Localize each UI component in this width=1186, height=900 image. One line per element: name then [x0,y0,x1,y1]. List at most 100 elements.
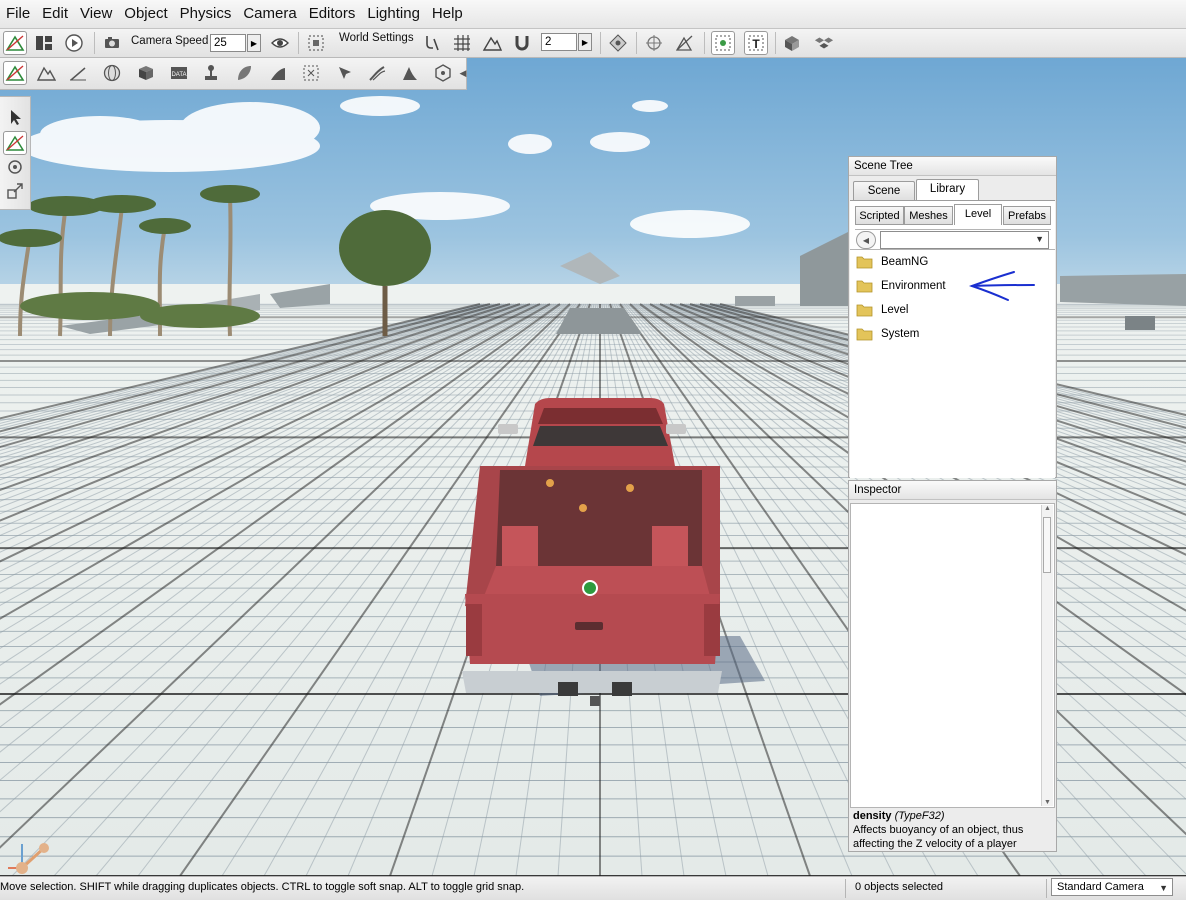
menu-help[interactable]: Help [426,0,469,28]
menu-camera[interactable]: Camera [237,0,302,28]
drop-at-button[interactable] [780,31,804,55]
tab-library[interactable]: Library [916,179,979,201]
scene-tree-panel: Scene Tree Scene Library Scripted Meshes… [848,156,1057,478]
bounds-center-button[interactable] [642,31,666,55]
pointer-tool-icon [339,67,351,79]
terrain-icon [482,36,502,51]
menu-file[interactable]: File [0,0,36,28]
toolbar-collapse-button[interactable]: ◀ [458,61,468,85]
datablock-editor-tool[interactable]: DATA [167,61,191,85]
forest-editor-tool[interactable] [232,61,256,85]
subtab-prefabs[interactable]: Prefabs [1003,206,1051,225]
world-transform-button[interactable] [672,31,696,55]
navmesh-tool[interactable] [431,61,455,85]
terrain-snap-button[interactable] [480,31,504,55]
magnet-icon [515,36,529,51]
camera-speed-label: Camera Speed [131,35,209,47]
folder-label: BeamNG [881,256,929,268]
crosshair-icon [646,35,662,51]
snap-size-input[interactable] [541,33,577,51]
menu-object[interactable]: Object [118,0,173,28]
rotate-gizmo-icon [8,160,22,174]
back-button[interactable]: ◀ [856,231,876,249]
material-editor-tool[interactable] [100,61,124,85]
play-game-button[interactable] [62,31,86,55]
scale-tool[interactable] [3,179,27,203]
river-editor-tool[interactable] [333,61,357,85]
snap-size-stepper[interactable]: ▶ [578,33,592,51]
camera-icon [105,37,119,48]
arrow-cursor-icon [11,110,21,125]
camera-speed-stepper[interactable]: ▶ [247,34,261,52]
camera-mode-select[interactable]: Standard Camera ▼ [1051,878,1173,896]
subtab-scripted[interactable]: Scripted [855,206,904,225]
magnet-snap-button[interactable] [510,31,534,55]
fit-view-button[interactable] [304,31,328,55]
inspector-scrollbar[interactable]: ▲ ▼ [1041,505,1053,806]
move-tool[interactable] [3,131,27,155]
brush-icon [70,67,86,81]
pickup-truck[interactable] [440,396,780,706]
folder-icon [856,256,873,269]
terrain-editor-tool[interactable] [34,61,58,85]
snap-terrain-button[interactable] [420,31,444,55]
camera-button[interactable] [100,31,124,55]
mesh-road-tool[interactable] [266,61,290,85]
layout-icon [36,36,52,50]
field-name: density [853,810,892,822]
folder-icon [856,328,873,341]
ramp-icon [271,68,285,80]
shape-tool[interactable] [398,61,422,85]
object-center-button[interactable] [606,31,630,55]
object-editor-tool[interactable] [3,61,27,85]
terrain-painter-tool[interactable] [66,61,90,85]
road-editor-tool[interactable] [365,61,389,85]
field-description: Affects buoyancy of an object, thus affe… [853,824,1024,850]
decal-editor-tool[interactable] [299,61,323,85]
datablock-icon: DATA [171,67,187,79]
folder-label: System [881,328,920,340]
editor-tools-toolbar: DATA ◀ [0,58,467,90]
menu-editors[interactable]: Editors [303,0,362,28]
particle-editor-tool[interactable] [199,61,223,85]
chevron-left-icon: ◀ [459,67,467,78]
menu-view[interactable]: View [74,0,118,28]
list-item[interactable]: BeamNG [856,252,928,272]
list-item[interactable]: Environment [856,276,946,296]
menu-edit[interactable]: Edit [36,0,74,28]
svg-text:DATA: DATA [171,72,186,78]
inspector-fields[interactable]: ▲ ▼ [850,503,1055,808]
gui-editor-button[interactable] [32,31,56,55]
object-text-toggle[interactable]: T [744,31,768,55]
subtab-level[interactable]: Level [954,204,1002,225]
visibility-button[interactable] [268,31,292,55]
tab-scene[interactable]: Scene [853,181,915,201]
list-item[interactable]: System [856,324,919,344]
scroll-thumb[interactable] [1043,517,1051,573]
status-message: Move selection. SHIFT while dragging dup… [0,881,525,893]
chevron-right-icon: ▶ [581,37,589,47]
menu-lighting[interactable]: Lighting [361,0,426,28]
menu-physics[interactable]: Physics [174,0,238,28]
main-toolbar: Camera Speed ▶ World Settings ▶ T [0,29,1186,58]
subtab-meshes[interactable]: Meshes [904,206,953,225]
box-drop-icon [785,36,799,51]
world-editor-button[interactable] [3,31,27,55]
object-icons-toggle[interactable] [711,31,735,55]
grid-snap-button[interactable] [450,31,474,55]
rotate-tool[interactable] [3,155,27,179]
chevron-right-icon: ▶ [250,38,258,48]
library-path-select[interactable]: ▼ [880,231,1049,249]
grid-icon [454,35,470,51]
folder-label: Environment [881,280,946,292]
list-item[interactable]: Level [856,300,909,320]
camera-speed-input[interactable] [210,34,246,52]
world-settings-label[interactable]: World Settings [339,32,414,44]
selection-mode-button[interactable] [812,31,836,55]
folder-label: Level [881,304,909,316]
field-type: (TypeF32) [894,810,945,822]
terrain-editor-icon [36,66,56,81]
select-tool[interactable] [3,105,27,129]
sketch-tool[interactable] [134,61,158,85]
cube-icon [139,66,153,80]
